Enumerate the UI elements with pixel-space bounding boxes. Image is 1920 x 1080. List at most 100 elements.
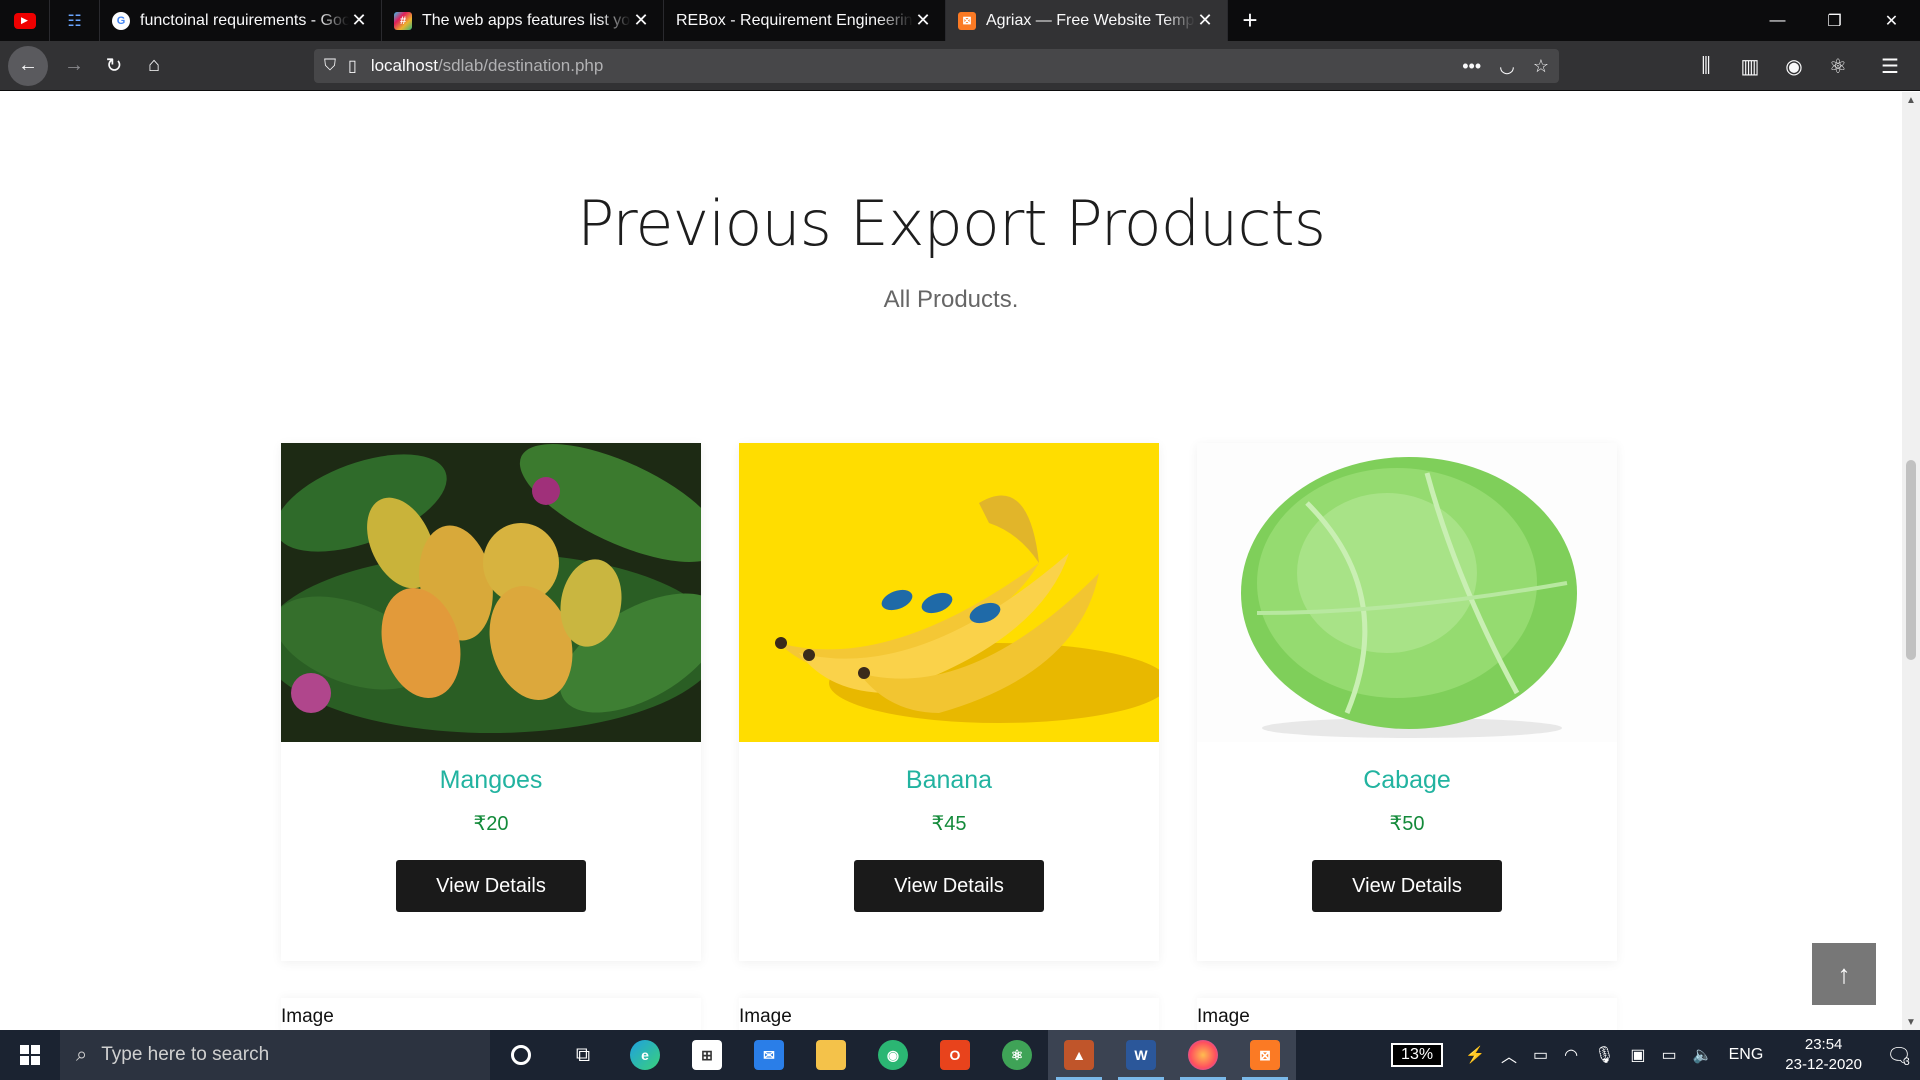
taskbar-mail[interactable]: ✉ [738, 1030, 800, 1080]
tab-title: Agriax — Free Website Templa [986, 11, 1195, 29]
react-icon: ⚛ [1829, 55, 1847, 78]
slack-icon: # [394, 11, 412, 30]
battery-indicator[interactable]: 13% [1391, 1043, 1444, 1067]
taskbar-office[interactable]: O [924, 1030, 986, 1080]
pinned-tab-youtube[interactable]: ▶ [0, 0, 50, 41]
extension-button[interactable]: ⚛ [1818, 46, 1858, 86]
close-tab-icon[interactable]: ✕ [349, 10, 369, 31]
taskbar-edge[interactable]: e [614, 1030, 676, 1080]
back-to-top-button[interactable]: ↑ [1812, 943, 1876, 1005]
taskbar-search[interactable]: ⌕ Type here to search [60, 1030, 490, 1080]
start-button[interactable] [0, 1030, 60, 1080]
clock[interactable]: 23:54 23-12-2020 [1785, 1035, 1862, 1075]
screen-icon[interactable]: ▣ [1630, 1045, 1645, 1065]
more-actions-icon[interactable]: ••• [1462, 56, 1481, 77]
next-product-card [1197, 998, 1617, 1030]
task-view-icon: ⧉ [575, 1043, 591, 1066]
tab-agriax[interactable]: ⊠ Agriax — Free Website Templa ✕ [946, 0, 1228, 41]
sidebar-icon: ▥ [1740, 55, 1760, 78]
account-icon: ◉ [1785, 55, 1803, 78]
tab-rebox[interactable]: REBox - Requirement Engineering T ✕ [664, 0, 946, 41]
tab-functional-requirements[interactable]: G functoinal requirements - Goog ✕ [100, 0, 382, 41]
windows-logo-icon [20, 1045, 40, 1065]
taskbar-firefox[interactable] [1172, 1030, 1234, 1080]
page-scrollbar[interactable]: ▲ ▼ [1902, 92, 1920, 1030]
reload-button[interactable]: ↻ [94, 46, 134, 86]
scroll-up-arrow[interactable]: ▲ [1902, 92, 1920, 108]
scroll-thumb[interactable] [1906, 460, 1916, 660]
arrow-left-icon: ← [18, 54, 38, 76]
cabbage-illustration [1197, 443, 1617, 742]
clock-time: 23:54 [1804, 1036, 1843, 1053]
reload-icon: ↻ [105, 55, 123, 77]
banana-photo [739, 443, 1159, 742]
taskbar-app-atom[interactable]: ⚛ [986, 1030, 1048, 1080]
url-bar[interactable]: ⛉ ▯ localhost/sdlab/destination.php ••• … [314, 49, 1559, 83]
tab-web-apps-features[interactable]: # The web apps features list you n ✕ [382, 0, 664, 41]
product-card-banana: Banana ₹45 View Details [739, 443, 1159, 961]
bookmark-star-icon[interactable]: ☆ [1533, 56, 1549, 77]
taskbar-matlab[interactable]: ▲ [1048, 1030, 1110, 1080]
windows-taskbar: ⌕ Type here to search ⧉ e ⊞ ✉ ◉ O ⚛ ▲ W … [0, 1030, 1920, 1080]
sidebar-button[interactable]: ▥ [1730, 46, 1770, 86]
volume-icon[interactable]: 🔈 [1693, 1045, 1713, 1065]
taskbar-store[interactable]: ⊞ [676, 1030, 738, 1080]
taskbar-xampp[interactable]: ⊠ [1234, 1030, 1296, 1080]
close-tab-icon[interactable]: ✕ [913, 10, 933, 31]
pinned-tab-app[interactable]: ☷ [50, 0, 100, 41]
account-button[interactable]: ◉ [1774, 46, 1814, 86]
wifi-icon[interactable]: ◠ [1564, 1045, 1578, 1065]
office-icon: O [940, 1040, 970, 1070]
edge-icon: e [630, 1040, 660, 1070]
firefox-icon [1188, 1040, 1218, 1070]
taskbar-word[interactable]: W [1110, 1030, 1172, 1080]
product-price: ₹50 [1389, 813, 1425, 835]
product-name[interactable]: Mangoes [281, 766, 701, 795]
notification-center-button[interactable]: 🗨 3 [1876, 1042, 1920, 1069]
taskbar-app-green[interactable]: ◉ [862, 1030, 924, 1080]
back-button[interactable]: ← [8, 45, 48, 86]
arrow-up-icon: ↑ [1837, 958, 1851, 989]
restore-button[interactable]: ❐ [1806, 0, 1863, 41]
image-placeholder-label: Image [1197, 1006, 1250, 1027]
close-tab-icon[interactable]: ✕ [631, 10, 651, 31]
url-path: /sdlab/destination.php [437, 56, 604, 75]
meet-now-icon[interactable]: ▭ [1533, 1045, 1548, 1065]
view-details-button[interactable]: View Details [854, 860, 1044, 912]
view-details-button[interactable]: View Details [1312, 860, 1502, 912]
next-product-card [281, 998, 701, 1030]
system-tray: 13% ⚡ ︿ ▭ ◠ 🎙 ▣ ▭ 🔈 ENG 23:54 23-12-2020… [1391, 1030, 1920, 1080]
product-price: ₹20 [473, 813, 509, 835]
product-name[interactable]: Cabage [1197, 766, 1617, 795]
library-button[interactable]: ⫼ [1686, 46, 1726, 86]
matlab-icon: ▲ [1064, 1040, 1094, 1070]
scroll-down-arrow[interactable]: ▼ [1902, 1014, 1920, 1030]
product-name[interactable]: Banana [739, 766, 1159, 795]
cortana-button[interactable] [490, 1030, 552, 1080]
chevron-up-icon[interactable]: ︿ [1501, 1043, 1517, 1067]
shield-icon[interactable]: ⛉ [324, 57, 336, 75]
home-button[interactable]: ⌂ [134, 46, 174, 86]
forward-button[interactable]: → [54, 46, 94, 86]
mango-illustration [281, 443, 701, 742]
browser-toolbar: ← → ↻ ⌂ ⛉ ▯ localhost/sdlab/destination.… [0, 41, 1920, 91]
mango-photo [281, 443, 701, 742]
close-window-button[interactable]: ✕ [1863, 0, 1920, 41]
charging-icon[interactable]: ⚡ [1465, 1045, 1485, 1065]
menu-button[interactable]: ☰ [1870, 46, 1910, 86]
url-text[interactable]: localhost/sdlab/destination.php [371, 56, 604, 76]
minimize-button[interactable]: — [1749, 0, 1806, 41]
tab-title: functoinal requirements - Goog [140, 11, 349, 29]
search-placeholder: Type here to search [101, 1044, 270, 1065]
battery-icon[interactable]: ▭ [1662, 1045, 1677, 1065]
close-tab-icon[interactable]: ✕ [1195, 10, 1215, 31]
task-view-button[interactable]: ⧉ [552, 1030, 614, 1080]
view-details-button[interactable]: View Details [396, 860, 586, 912]
language-indicator[interactable]: ENG [1729, 1046, 1764, 1064]
new-tab-button[interactable]: + [1228, 0, 1272, 41]
atom-icon: ⚛ [1002, 1040, 1032, 1070]
toolbar-right-icons: ⫼ ▥ ◉ ⚛ ☰ [1686, 46, 1910, 86]
pocket-icon[interactable]: ◡ [1499, 56, 1515, 77]
microphone-icon[interactable]: 🎙 [1594, 1045, 1614, 1065]
taskbar-file-explorer[interactable] [800, 1030, 862, 1080]
